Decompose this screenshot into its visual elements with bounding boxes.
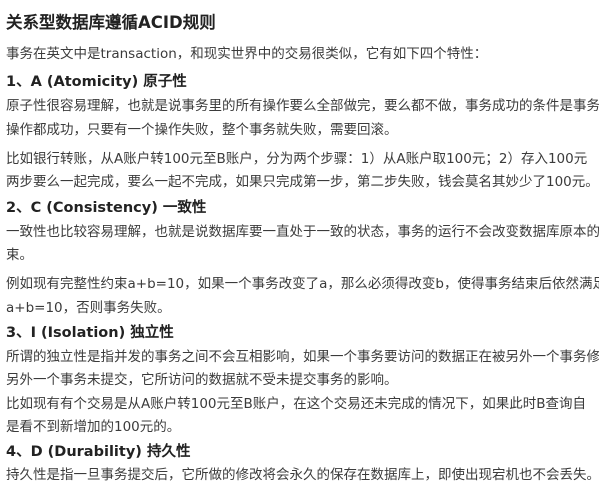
paragraph-line: 束。 (6, 247, 33, 263)
paragraph-line: 另外一个事务未提交，它所访问的数据就不受未提交事务的影响。 (6, 372, 398, 388)
paragraph-line: 操作都成功，只要有一个操作失败，整个事务就失败，需要回滚。 (6, 122, 398, 138)
paragraph-line: 比如现有有个交易是从A账户转100元至B账户，在这个交易还未完成的情况下，如果此… (6, 396, 587, 412)
paragraph-line: 例如现有完整性约束a+b=10，如果一个事务改变了a，那么必须得改变b，使得事务… (6, 276, 599, 292)
section-heading-durability: 4、D (Durability) 持久性 (6, 444, 191, 460)
paragraph-line: 所谓的独立性是指并发的事务之间不会互相影响，如果一个事务要访问的数据正在被另外一… (6, 349, 599, 365)
section-heading-atomicity: 1、A (Atomicity) 原子性 (6, 74, 187, 90)
paragraph-line: 一致性也比较容易理解，也就是说数据库要一直处于一致的状态，事务的运行不会改变数据… (6, 224, 599, 240)
page-title: 关系型数据库遵循ACID规则 (6, 13, 216, 32)
paragraph-line: 比如银行转账，从A账户转100元至B账户，分为两个步骤：1）从A账户取100元；… (6, 151, 588, 167)
paragraph-line: 是看不到新增加的100元的。 (6, 419, 181, 435)
section-heading-consistency: 2、C (Consistency) 一致性 (6, 200, 207, 216)
paragraph-line: 两步要么一起完成，要么一起不完成，如果只完成第一步，第二步失败，钱会莫名其妙少了… (6, 174, 599, 190)
paragraph-line: a+b=10，否则事务失败。 (6, 300, 171, 316)
paragraph-line: 原子性很容易理解，也就是说事务里的所有操作要么全部做完，要么都不做，事务成功的条… (6, 98, 599, 114)
intro-text: 事务在英文中是transaction，和现实世界中的交易很类似，它有如下四个特性… (6, 46, 488, 62)
paragraph-line: 持久性是指一旦事务提交后，它所做的修改将会永久的保存在数据库上，即使出现宕机也不… (6, 467, 599, 483)
section-heading-isolation: 3、I (Isolation) 独立性 (6, 325, 174, 341)
